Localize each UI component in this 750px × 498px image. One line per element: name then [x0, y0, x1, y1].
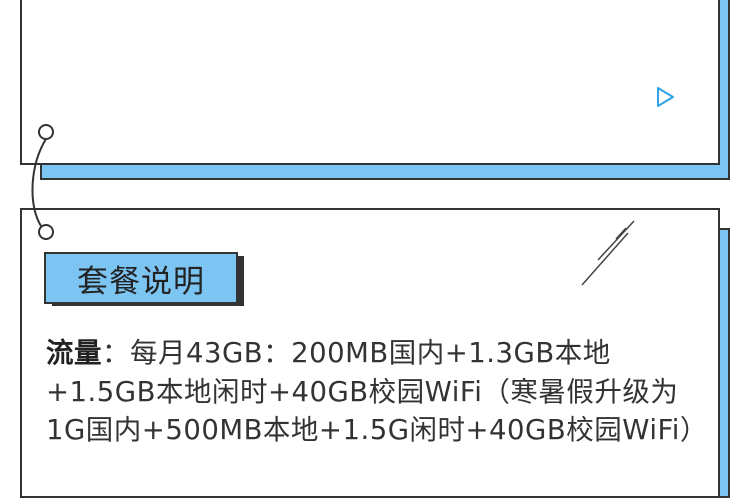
- top-card: [20, 0, 720, 165]
- desc-key: 流量: [46, 337, 102, 369]
- glint-decoration: [581, 220, 635, 286]
- package-description: 流量：每月43GB：200MB国内+1.3GB本地+1.5GB本地闲时+40GB…: [46, 334, 714, 450]
- play-outline-icon[interactable]: [653, 85, 677, 109]
- section-tag: 套餐说明: [44, 252, 238, 304]
- desc-text: ：每月43GB：200MB国内+1.3GB本地+1.5GB本地闲时+40GB校园…: [46, 337, 708, 446]
- section-title: 套餐说明: [77, 263, 205, 300]
